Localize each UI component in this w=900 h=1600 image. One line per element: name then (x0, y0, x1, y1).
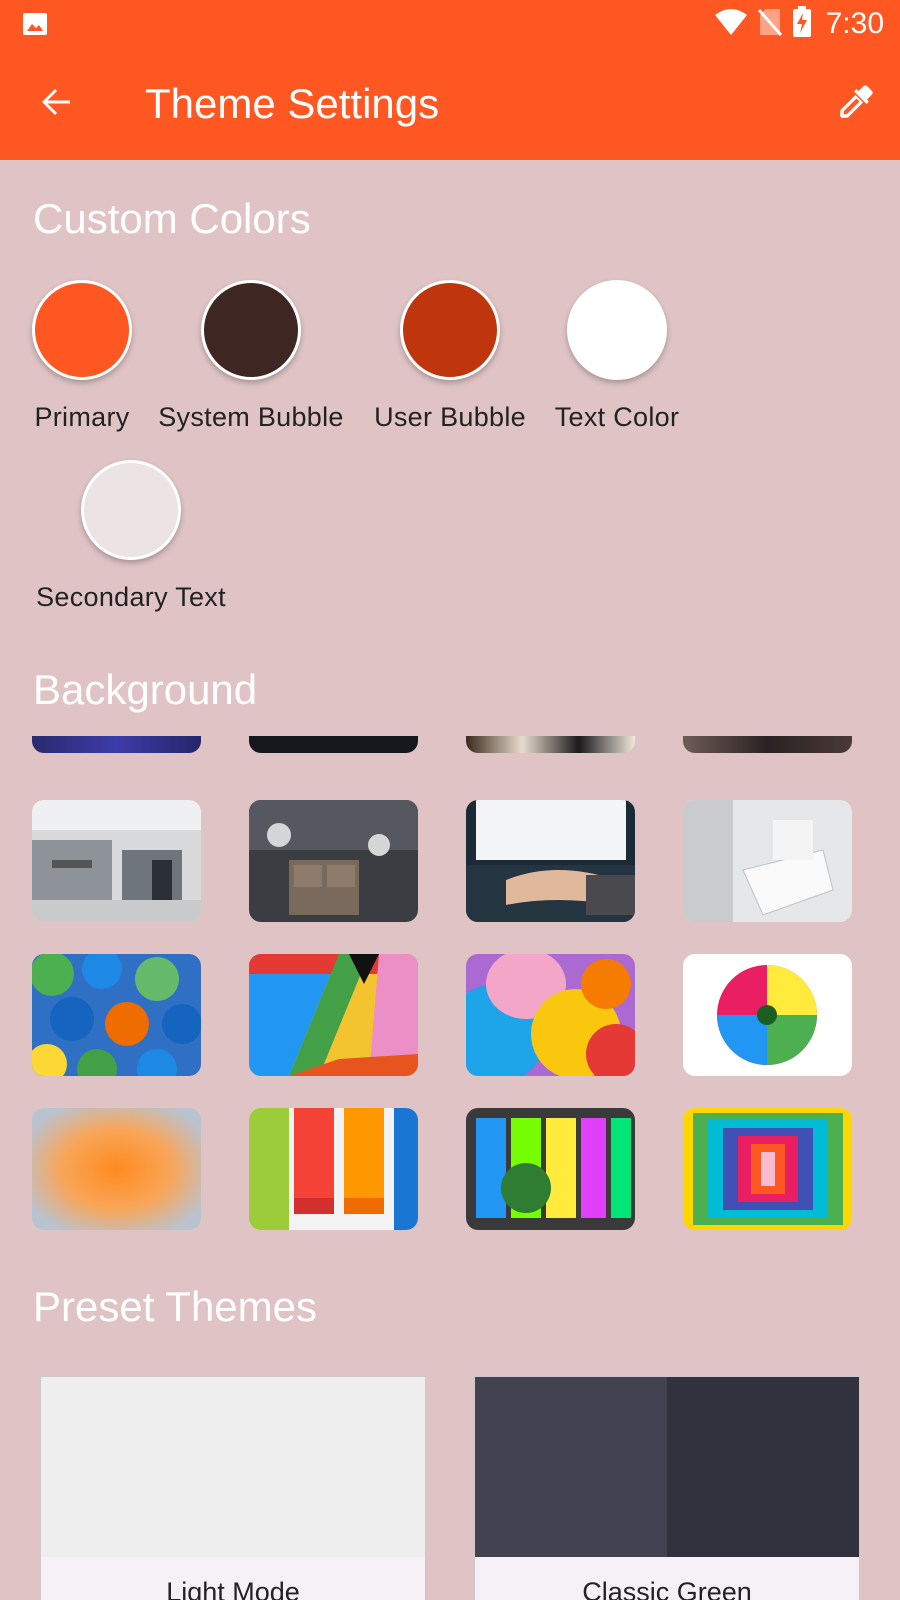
system-bubble-swatch-item[interactable]: System Bubble (158, 280, 343, 433)
background-grid (32, 736, 852, 1236)
swatch-label: User Bubble (374, 402, 526, 432)
no-sim-icon (757, 7, 782, 42)
preset-themes-title: Preset Themes (33, 1283, 318, 1330)
battery-charging-icon (792, 5, 812, 43)
primary-swatch-item[interactable]: Primary (32, 280, 132, 433)
primary-color-swatch[interactable] (32, 280, 132, 380)
background-thumbnail-partial[interactable] (683, 736, 852, 753)
robot-hand-image[interactable] (683, 800, 852, 922)
theme-preview-right (667, 1377, 859, 1557)
page-title: Theme Settings (145, 80, 440, 127)
back-button[interactable] (30, 78, 82, 130)
background-thumbnail-partial[interactable] (249, 736, 418, 753)
swatch-label: Primary (34, 402, 130, 432)
text-color-swatch[interactable] (567, 280, 667, 380)
colorful-building-image[interactable] (466, 1108, 635, 1230)
eyedropper-button[interactable] (830, 78, 882, 130)
status-bar: 7:30 (0, 0, 900, 48)
system-bubble-color-swatch[interactable] (201, 280, 301, 380)
arrow-back-icon (38, 84, 74, 125)
laptop-typing-image[interactable] (466, 800, 635, 922)
umbrellas-image[interactable] (32, 954, 201, 1076)
robot-toy-bricks-image[interactable] (249, 800, 418, 922)
custom-colors-title: Custom Colors (33, 195, 311, 242)
text-color-swatch-item[interactable]: Text Color (555, 280, 679, 433)
eyedropper-icon (837, 83, 875, 126)
swatch-label: System Bubble (158, 402, 344, 432)
paint-rollers-image[interactable] (249, 1108, 418, 1230)
theme-label: Classic Green (582, 1577, 752, 1600)
background-title: Background (33, 666, 258, 713)
orange-blur-image[interactable] (32, 1108, 201, 1230)
background-thumbnail-partial[interactable] (32, 736, 201, 753)
rainbow-flower-image[interactable] (683, 954, 852, 1076)
theme-label: Light Mode (166, 1577, 300, 1600)
preset-theme-card-light-mode[interactable]: Light Mode (40, 1376, 426, 1600)
wifi-icon (714, 8, 748, 41)
preset-theme-card-classic-green[interactable]: Classic Green (474, 1376, 860, 1600)
secondary-text-color-swatch[interactable] (81, 460, 181, 560)
app-bar: Theme Settings (0, 48, 900, 160)
theme-preview-left (41, 1377, 233, 1557)
theme-preview (475, 1377, 859, 1557)
secondary-text-swatch-item[interactable]: Secondary Text (36, 460, 226, 613)
theme-preview (41, 1377, 425, 1557)
background-thumbnail-partial[interactable] (466, 736, 635, 753)
image-icon (22, 12, 48, 36)
user-bubble-color-swatch[interactable] (400, 280, 500, 380)
swatch-label: Secondary Text (36, 582, 226, 612)
theme-preview-right (233, 1377, 425, 1557)
theme-preview-left (475, 1377, 667, 1557)
colorful-brick-wall-image[interactable] (249, 954, 418, 1076)
status-time: 7:30 (825, 7, 884, 40)
color-bubbles-image[interactable] (466, 954, 635, 1076)
rainbow-corridor-image[interactable] (683, 1108, 852, 1230)
user-bubble-swatch-item[interactable]: User Bubble (374, 280, 526, 433)
factory-workers-image[interactable] (32, 800, 201, 922)
swatch-label: Text Color (554, 402, 680, 432)
